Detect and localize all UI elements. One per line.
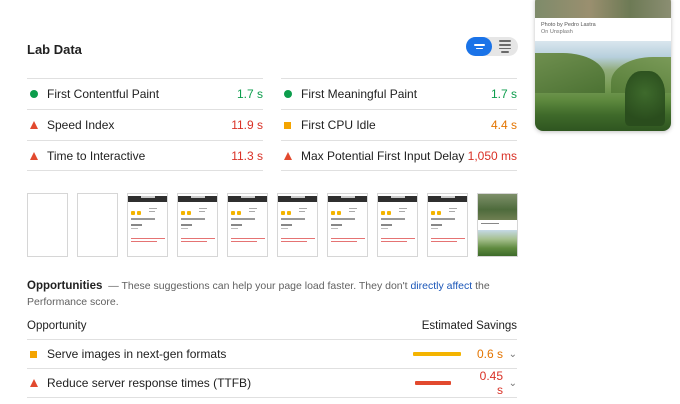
- average-square-icon: [30, 350, 37, 358]
- col-estimated-savings: Estimated Savings: [421, 320, 517, 332]
- opportunity-server-response[interactable]: Reduce server response times (TTFB) 0.45…: [27, 369, 517, 398]
- chevron-down-icon[interactable]: ⌄: [503, 378, 517, 389]
- opportunities-title: Opportunities: [27, 280, 103, 292]
- pass-circle-icon: [30, 90, 38, 98]
- preview-photo: [535, 41, 671, 131]
- page-preview-card: Photo by Pedro Lastra On Unsplash: [535, 0, 671, 131]
- directly-affect-link[interactable]: directly affect: [410, 280, 472, 292]
- metric-value: 11.3 s: [231, 148, 263, 163]
- savings-value: 0.6 s: [477, 347, 504, 361]
- metric-label: First Meaningful Paint: [301, 87, 418, 101]
- metric-first-contentful-paint: First Contentful Paint 1.7 s: [27, 78, 263, 109]
- bar-chart-icon[interactable]: [466, 37, 492, 56]
- filmstrip: [27, 193, 518, 257]
- filmstrip-frame: [427, 193, 468, 257]
- metric-label: Max Potential First Input Delay: [301, 148, 465, 163]
- metric-time-to-interactive: Time to Interactive 11.3 s: [27, 140, 263, 171]
- metric-value: 1,050 ms: [467, 148, 517, 163]
- photo-caption-line2: On Unsplash: [541, 29, 573, 35]
- chevron-down-icon[interactable]: ⌄: [503, 349, 517, 360]
- metric-label: Time to Interactive: [47, 148, 146, 163]
- photo-caption: Photo by Pedro Lastra On Unsplash: [541, 22, 596, 36]
- filmstrip-frame: [377, 193, 418, 257]
- filmstrip-frame: [227, 193, 268, 257]
- metric-value: 1.7 s: [490, 87, 517, 101]
- opportunities-header: Opportunities — These suggestions can he…: [27, 278, 497, 310]
- filmstrip-frame: [27, 193, 68, 257]
- filmstrip-frame: [477, 193, 518, 257]
- savings-value: 0.45 s: [479, 369, 503, 397]
- fail-triangle-icon: [284, 151, 292, 160]
- opportunities-table-header: Opportunity Estimated Savings: [27, 320, 517, 340]
- opportunity-label: Serve images in next-gen formats: [47, 347, 227, 361]
- pass-circle-icon: [284, 90, 292, 98]
- metric-max-potential-fid: Max Potential First Input Delay 1,050 ms: [281, 140, 517, 171]
- savings-bar: [413, 352, 461, 356]
- filmstrip-frame: [127, 193, 168, 257]
- fail-triangle-icon: [30, 151, 38, 160]
- metric-first-cpu-idle: First CPU Idle 4.4 s: [281, 109, 517, 140]
- filmstrip-frame: [277, 193, 318, 257]
- list-icon[interactable]: [492, 37, 518, 56]
- opportunities-desc: — These suggestions can help your page l…: [108, 280, 408, 292]
- lab-data-title: Lab Data: [27, 42, 82, 57]
- metric-value: 1.7 s: [236, 87, 263, 101]
- preview-photo-top: [535, 0, 671, 18]
- metric-value: 4.4 s: [490, 118, 517, 132]
- savings-bar: [415, 381, 451, 385]
- filmstrip-frame: [327, 193, 368, 257]
- photo-caption-line1: Photo by Pedro Lastra: [541, 22, 596, 28]
- metric-first-meaningful-paint: First Meaningful Paint 1.7 s: [281, 78, 517, 109]
- filmstrip-frame: [77, 193, 118, 257]
- metric-value: 11.9 s: [231, 118, 263, 132]
- metric-label: First CPU Idle: [301, 118, 376, 132]
- filmstrip-frame: [177, 193, 218, 257]
- fail-triangle-icon: [30, 121, 38, 129]
- average-square-icon: [284, 121, 291, 129]
- opportunity-label: Reduce server response times (TTFB): [47, 376, 252, 390]
- col-opportunity: Opportunity: [27, 320, 87, 332]
- view-toggle[interactable]: [466, 37, 518, 56]
- metric-label: Speed Index: [47, 118, 115, 132]
- metric-label: First Contentful Paint: [47, 87, 160, 101]
- metric-speed-index: Speed Index 11.9 s: [27, 109, 263, 140]
- opportunity-next-gen-formats[interactable]: Serve images in next-gen formats 0.6 s ⌄: [27, 340, 517, 369]
- fail-triangle-icon: [30, 379, 38, 387]
